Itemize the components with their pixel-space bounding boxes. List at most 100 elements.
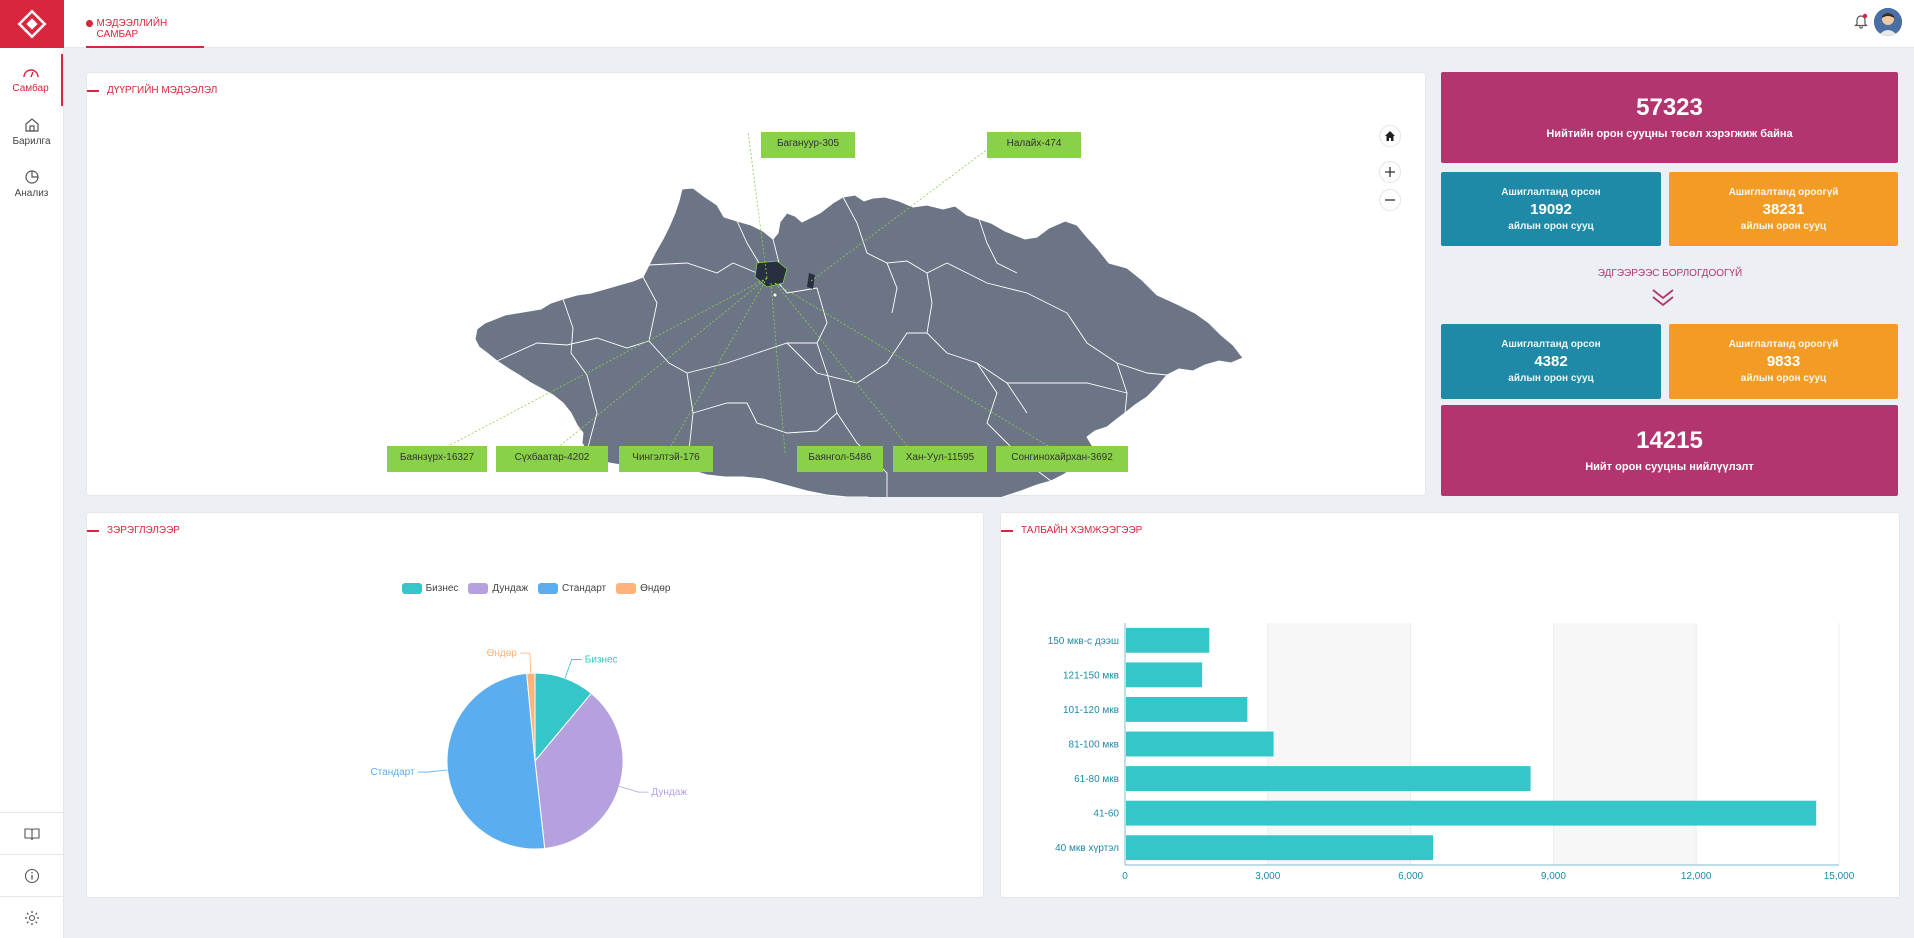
pie-label-line	[564, 659, 582, 679]
stat-bottom-label: айлын орон сууц	[1508, 221, 1594, 232]
tab-dot-icon	[86, 20, 93, 27]
bell-icon[interactable]	[1854, 13, 1868, 29]
stat-top-label: Ашиглалтанд орсон	[1501, 187, 1601, 198]
avatar[interactable]	[1874, 8, 1902, 36]
pie-label: Дундаж	[651, 787, 687, 798]
grid-band	[1553, 623, 1697, 865]
sidebar-item-analysis[interactable]: Анализ	[0, 158, 63, 210]
gear-icon	[25, 910, 39, 925]
stat-caption: Нийтийн орон сууцны төсөл хэрэгжиж байна	[1546, 128, 1793, 140]
stat-total-projects: 57323 Нийтийн орон сууцны төсөл хэрэгжиж…	[1441, 72, 1898, 163]
pie-label-line	[417, 769, 448, 773]
x-tick-label: 15,000	[1824, 871, 1855, 882]
topbar: МЭДЭЭЛЛИЙН САМБАР	[64, 0, 1914, 48]
logo-icon	[17, 9, 47, 39]
sidebar-item-label: Барилга	[12, 135, 51, 147]
unsold-label: ЭДГЭЭРЭЭС БОРЛОГДООГҮЙ	[1597, 268, 1743, 279]
sidebar-bottom	[0, 812, 64, 938]
y-tick-label: 121-150 мкв	[1063, 670, 1119, 681]
sidebar: Самбар Барилга Анализ	[0, 0, 64, 938]
stat-commissioned-1: Ашиглалтанд орсон 19092 айлын орон сууц	[1441, 172, 1661, 246]
settings-button[interactable]	[0, 896, 64, 938]
double-chevron-down-icon	[1652, 289, 1674, 307]
bar[interactable]	[1126, 835, 1434, 861]
map-home-button[interactable]	[1379, 125, 1401, 147]
pie-chart[interactable]: Бизнес Дундаж Стандарт Өндөр	[87, 513, 985, 899]
grade-pie-card: ЗЭРЭГЛЭЛЭЭР Бизнес Дундаж Стандарт Өндөр…	[86, 512, 984, 898]
y-tick-label: 101-120 мкв	[1063, 705, 1119, 716]
bar[interactable]	[1126, 696, 1248, 722]
stat-value: 4382	[1534, 353, 1568, 370]
stat-commissioned-2: Ашиглалтанд орсон 4382 айлын орон сууц	[1441, 324, 1661, 399]
grid-band	[1267, 623, 1411, 865]
stat-top-label: Ашиглалтанд ороогүй	[1728, 339, 1839, 350]
minus-icon	[1385, 199, 1395, 201]
tab-dashboard[interactable]: МЭДЭЭЛЛИЙН САМБАР	[86, 0, 204, 48]
map-zoom-in-button[interactable]	[1379, 161, 1401, 183]
gauge-icon	[22, 68, 39, 77]
bar[interactable]	[1126, 766, 1531, 792]
stat-not-commissioned-2: Ашиглалтанд ороогүй 9833 айлын орон сууц	[1669, 324, 1898, 399]
stat-bottom-label: айлын орон сууц	[1740, 221, 1827, 232]
home-icon	[1385, 131, 1395, 141]
info-button[interactable]	[0, 854, 64, 896]
map-label-chingeltei[interactable]: Чингэлтэй-176	[619, 446, 713, 472]
stat-top-label: Ашиглалтанд орсон	[1501, 339, 1601, 350]
bar-chart[interactable]: 0 3,000 6,000 9,000 12,000 15,000 150 мкв-с дэ…	[1001, 513, 1901, 899]
stat-bottom-label: айлын орон сууц	[1508, 373, 1594, 384]
book-icon	[24, 827, 40, 840]
y-tick-label: 40 мкв хүртэл	[1055, 843, 1119, 854]
y-tick-label: 150 мкв-с дээш	[1048, 636, 1119, 647]
stat-top-label: Ашиглалтанд ороогүй	[1728, 187, 1839, 198]
map-label-nalaikh[interactable]: Налайх-474	[987, 132, 1081, 158]
stat-value: 38231	[1762, 201, 1805, 218]
stat-total-supply: 14215 Нийт орон сууцны нийлүүлэлт	[1441, 405, 1898, 496]
x-tick-label: 3,000	[1255, 871, 1280, 882]
y-tick-label: 81-100 мкв	[1069, 740, 1119, 751]
home-icon	[24, 117, 39, 132]
stat-not-commissioned-1: Ашиглалтанд ороогүй 38231 айлын орон суу…	[1669, 172, 1898, 246]
sidebar-item-dashboard[interactable]: Самбар	[0, 54, 63, 106]
y-tick-label: 41-60	[1093, 809, 1119, 820]
stat-caption: Нийт орон сууцны нийлүүлэлт	[1585, 461, 1754, 473]
pie-icon	[24, 169, 39, 184]
map-label-bayangol[interactable]: Баянгол-5486	[797, 446, 883, 472]
map-label-songinokhairkhan[interactable]: Сонгинохайрхан-3692	[996, 446, 1128, 472]
stat-value: 19092	[1530, 201, 1572, 218]
app-logo[interactable]	[0, 0, 64, 48]
district-map-card: ДҮҮРГИЙН МЭДЭЭЛЭЛ Багануур-305 Налайх-47…	[86, 72, 1427, 497]
map-label-baganuur[interactable]: Багануур-305	[761, 132, 855, 158]
map-zoom-out-button[interactable]	[1379, 189, 1401, 211]
map-label-sukhbaatar[interactable]: Сүхбаатар-4202	[496, 446, 608, 472]
book-button[interactable]	[0, 812, 64, 854]
pie-label: Стандарт	[370, 767, 415, 778]
area-bar-card: ТАЛБАЙН ХЭМЖЭЭГЭЭР 0 3,000 6,000 9,000 12,00…	[1000, 512, 1900, 898]
info-icon	[24, 868, 40, 883]
pie-label-line	[519, 652, 532, 674]
x-tick-label: 12,000	[1681, 871, 1712, 882]
x-tick-label: 9,000	[1541, 871, 1566, 882]
map-label-bayanzurkh[interactable]: Баянзүрх-16327	[387, 446, 487, 472]
sidebar-item-label: Анализ	[14, 187, 49, 199]
bar[interactable]	[1126, 627, 1210, 653]
bar[interactable]	[1126, 662, 1203, 688]
sidebar-item-building[interactable]: Барилга	[0, 106, 63, 158]
pie-label: Бизнес	[585, 654, 618, 665]
mongolia-map[interactable]	[87, 73, 1427, 497]
bar[interactable]	[1126, 800, 1817, 826]
x-tick-label: 0	[1122, 871, 1128, 882]
stat-value: 9833	[1766, 353, 1801, 370]
ub-center-dot	[772, 292, 778, 298]
pie-label: Өндөр	[487, 648, 518, 659]
x-tick-label: 6,000	[1398, 871, 1423, 882]
y-tick-label: 61-80 мкв	[1074, 774, 1119, 785]
bar[interactable]	[1126, 731, 1274, 757]
stat-value: 14215	[1636, 427, 1703, 454]
sidebar-item-label: Самбар	[12, 82, 49, 94]
plus-icon	[1385, 167, 1395, 177]
pie-label-line	[619, 785, 649, 793]
user-avatar-icon	[1874, 8, 1902, 36]
stat-bottom-label: айлын орон сууц	[1740, 373, 1827, 384]
stat-value: 57323	[1636, 94, 1703, 121]
map-label-khan-uul[interactable]: Хан-Уул-11595	[893, 446, 987, 472]
